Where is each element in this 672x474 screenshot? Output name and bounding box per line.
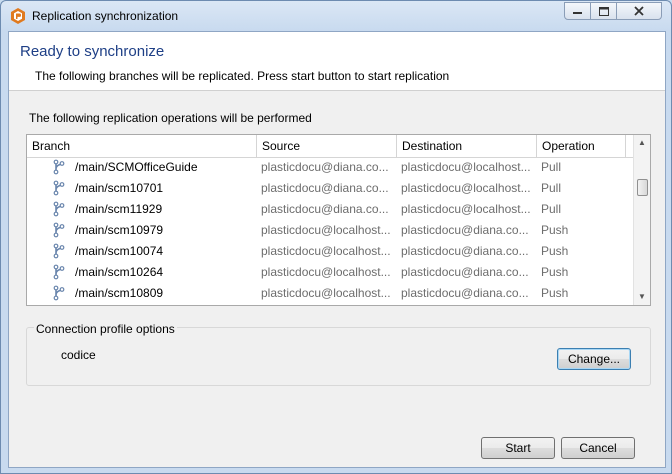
operations-label: The following replication operations wil… <box>29 111 312 125</box>
page-title: Ready to synchronize <box>20 43 165 60</box>
title-bar[interactable]: Replication synchronization <box>1 1 671 31</box>
source-cell: plasticdocu@localhost... <box>261 286 391 300</box>
destination-cell: plasticdocu@diana.co... <box>401 286 529 300</box>
column-header-source[interactable]: Source <box>257 135 397 157</box>
minimize-button[interactable] <box>564 2 591 20</box>
close-button[interactable] <box>616 2 662 20</box>
vertical-scrollbar[interactable]: ▲ ▼ <box>633 135 650 305</box>
source-cell: plasticdocu@localhost... <box>261 223 391 237</box>
start-button[interactable]: Start <box>481 437 555 459</box>
operation-cell: Push <box>541 286 569 300</box>
operation-cell: Pull <box>541 181 562 195</box>
connection-profile-name: codice <box>61 348 96 362</box>
window-title: Replication synchronization <box>32 9 179 23</box>
destination-cell: plasticdocu@localhost... <box>401 202 531 216</box>
source-cell: plasticdocu@diana.co... <box>261 181 389 195</box>
change-profile-button[interactable]: Change... <box>557 348 631 370</box>
destination-cell: plasticdocu@diana.co... <box>401 265 529 279</box>
branch-cell: /main/scm10264 <box>75 265 164 279</box>
table-header: Branch Source Destination Operation <box>27 135 633 158</box>
connection-profile-legend: Connection profile options <box>34 322 177 336</box>
source-cell: plasticdocu@localhost... <box>261 265 391 279</box>
dialog-content: Ready to synchronize The following branc… <box>8 31 666 468</box>
dialog-window: Replication synchronization Ready to syn… <box>0 0 672 474</box>
column-header-destination[interactable]: Destination <box>397 135 537 157</box>
column-header-branch[interactable]: Branch <box>27 135 257 157</box>
scroll-down-arrow-icon[interactable]: ▼ <box>634 289 650 305</box>
table-row[interactable]: /main/scm10979 plasticdocu@localhost... pl… <box>27 220 633 241</box>
branch-cell: /main/scm10701 <box>75 181 164 195</box>
branch-cell: /main/scm10979 <box>75 223 164 237</box>
table-row[interactable]: /main/scm10074 plasticdocu@localhost... pl… <box>27 241 633 262</box>
maximize-icon <box>598 6 609 16</box>
operation-cell: Push <box>541 223 569 237</box>
source-cell: plasticdocu@localhost... <box>261 244 391 258</box>
operation-cell: Pull <box>541 202 562 216</box>
source-cell: plasticdocu@diana.co... <box>261 202 389 216</box>
destination-cell: plasticdocu@diana.co... <box>401 244 529 258</box>
table-row[interactable]: /main/scm10264 plasticdocu@localhost... pl… <box>27 262 633 283</box>
destination-cell: plasticdocu@localhost... <box>401 160 531 174</box>
destination-cell: plasticdocu@localhost... <box>401 181 531 195</box>
branch-cell: /main/scm10074 <box>75 244 164 258</box>
close-icon <box>634 6 644 16</box>
destination-cell: plasticdocu@diana.co... <box>401 223 529 237</box>
operations-table[interactable]: Branch Source Destination Operation /mai… <box>26 134 651 306</box>
page-subtitle: The following branches will be replicate… <box>35 69 450 83</box>
source-cell: plasticdocu@diana.co... <box>261 160 389 174</box>
cancel-button[interactable]: Cancel <box>561 437 635 459</box>
branch-cell: /main/SCMOfficeGuide <box>75 160 198 174</box>
table-row[interactable]: /main/scm11929 plasticdocu@diana.co... pla… <box>27 199 633 220</box>
maximize-button[interactable] <box>590 2 617 20</box>
operation-cell: Pull <box>541 160 562 174</box>
operation-cell: Push <box>541 265 569 279</box>
branch-cell: /main/scm11929 <box>75 202 163 216</box>
table-body: /main/SCMOfficeGuide plasticdocu@diana.co… <box>27 157 633 305</box>
operation-cell: Push <box>541 244 569 258</box>
table-row[interactable]: /main/SCMOfficeGuide plasticdocu@diana.co… <box>27 157 633 178</box>
header-panel: Ready to synchronize The following branc… <box>9 32 665 91</box>
scroll-up-arrow-icon[interactable]: ▲ <box>634 135 650 151</box>
table-row[interactable]: /main/scm10809 plasticdocu@localhost... pl… <box>27 283 633 304</box>
plastic-logo-icon <box>11 8 25 24</box>
branch-cell: /main/scm10809 <box>75 286 164 300</box>
column-header-operation[interactable]: Operation <box>537 135 626 157</box>
minimize-icon <box>573 12 582 14</box>
scrollbar-thumb[interactable] <box>637 179 648 196</box>
table-row[interactable]: /main/scm10701 plasticdocu@diana.co... pla… <box>27 178 633 199</box>
